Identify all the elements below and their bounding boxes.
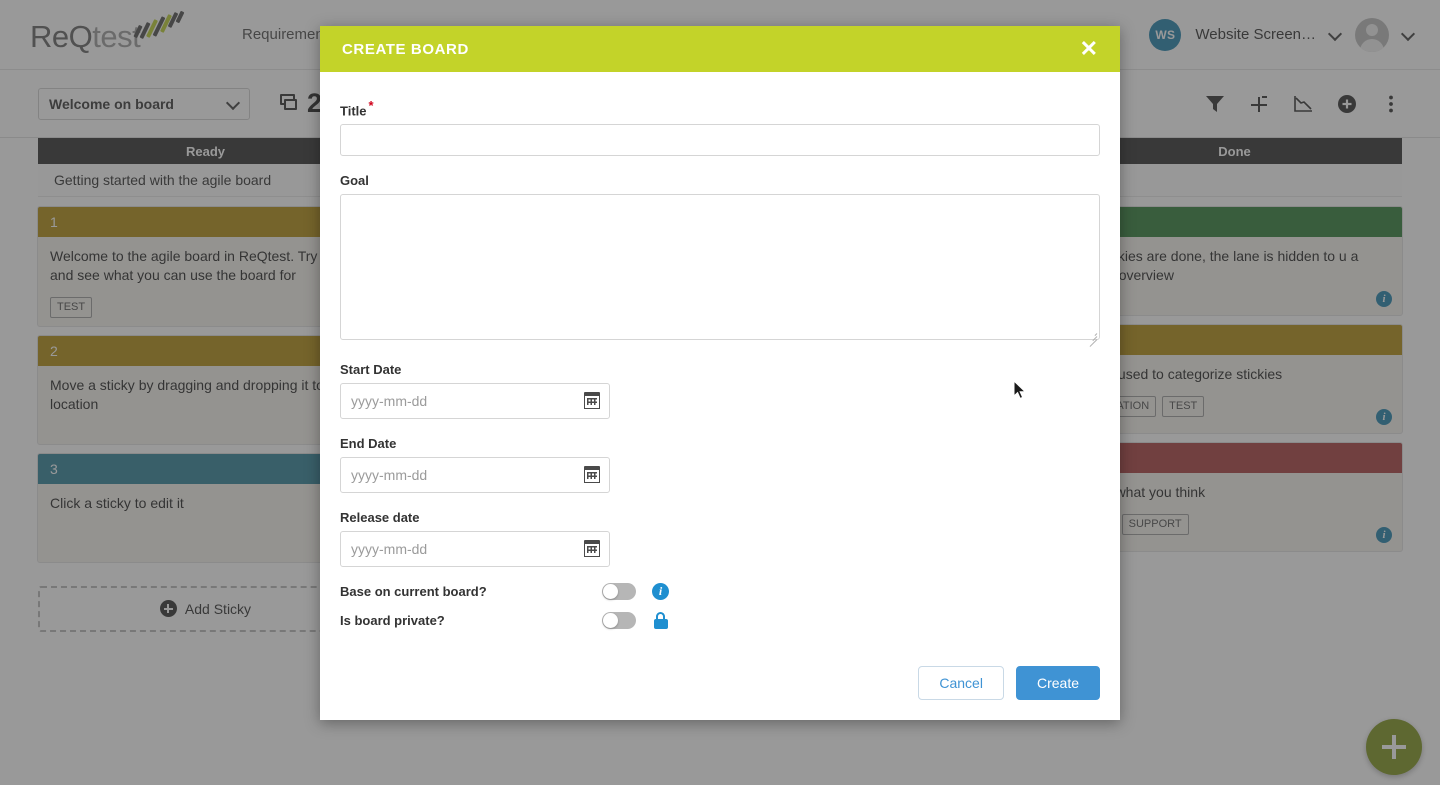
is-board-private-label: Is board private? bbox=[340, 613, 445, 629]
start-date-label: Start Date bbox=[340, 362, 402, 378]
start-date-wrapper bbox=[340, 383, 610, 420]
app-root: ReQtest Requirements WS Website Screen… bbox=[0, 0, 1440, 785]
release-date-input[interactable] bbox=[340, 531, 610, 568]
row-is-board-private: Is board private? bbox=[340, 612, 1100, 630]
field-goal: Goal bbox=[340, 172, 1100, 348]
field-start-date: Start Date bbox=[340, 361, 1100, 420]
field-release-date: Release date bbox=[340, 509, 1100, 568]
modal-footer: Cancel Create bbox=[320, 646, 1120, 720]
base-on-current-board-toggle[interactable] bbox=[602, 583, 636, 601]
start-date-input[interactable] bbox=[340, 383, 610, 420]
end-date-label: End Date bbox=[340, 436, 397, 452]
title-label-text: Title bbox=[340, 103, 367, 119]
calendar-icon[interactable] bbox=[584, 466, 600, 484]
close-icon[interactable]: ✕ bbox=[1080, 38, 1098, 60]
release-date-wrapper bbox=[340, 531, 610, 568]
field-title: Title * bbox=[340, 98, 1100, 157]
title-input[interactable] bbox=[340, 124, 1100, 157]
goal-textarea-wrapper bbox=[340, 194, 1100, 348]
cancel-button[interactable]: Cancel bbox=[918, 666, 1004, 700]
calendar-icon[interactable] bbox=[584, 540, 600, 558]
create-button[interactable]: Create bbox=[1015, 666, 1100, 700]
row-base-on-current-board: Base on current board? i bbox=[340, 583, 1100, 601]
calendar-icon[interactable] bbox=[584, 392, 600, 410]
field-end-date: End Date bbox=[340, 435, 1100, 494]
modal-header: CREATE BOARD ✕ bbox=[320, 26, 1120, 72]
is-board-private-toggle[interactable] bbox=[602, 612, 636, 630]
base-on-current-board-label: Base on current board? bbox=[340, 584, 487, 600]
release-date-label: Release date bbox=[340, 510, 420, 526]
goal-label: Goal bbox=[340, 173, 369, 189]
required-asterisk: * bbox=[368, 98, 374, 113]
end-date-wrapper bbox=[340, 457, 610, 494]
modal-title: CREATE BOARD bbox=[342, 40, 469, 58]
end-date-input[interactable] bbox=[340, 457, 610, 494]
title-label: Title * bbox=[340, 98, 374, 118]
modal-body: Title * Goal Start Date yyyy-mm-dd End D… bbox=[320, 72, 1120, 646]
goal-textarea[interactable] bbox=[340, 194, 1100, 341]
create-board-modal: CREATE BOARD ✕ Title * Goal Start Date y… bbox=[320, 26, 1120, 720]
info-icon[interactable]: i bbox=[652, 583, 669, 601]
lock-icon[interactable] bbox=[652, 612, 669, 630]
